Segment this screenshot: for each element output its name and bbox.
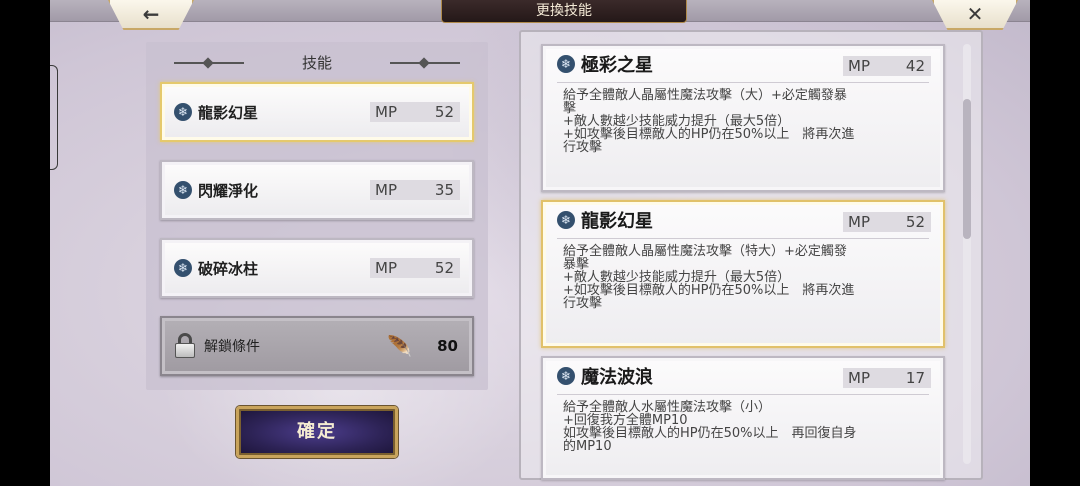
back-button[interactable]: ←: [108, 0, 194, 30]
mp-badge: MP 17: [843, 368, 931, 388]
screen-title: 更換技能: [441, 0, 687, 23]
skill-card-3[interactable]: ❄ 魔法波浪 MP 17 給予全體敵人水屬性魔法攻擊（小） +回復我方全體MP1…: [541, 356, 945, 480]
skill-card-header: ❄ 龍影幻星 MP 52: [543, 202, 943, 238]
lock-icon: [174, 333, 196, 359]
mp-value: 52: [434, 103, 454, 121]
skill-list-scrollbar[interactable]: [963, 44, 971, 464]
scroll-thumb[interactable]: [963, 99, 971, 239]
snowflake-icon: ❄: [557, 55, 575, 73]
back-arrow-icon: ←: [142, 2, 160, 26]
mp-value: 42: [905, 57, 925, 75]
snowflake-icon: ❄: [557, 367, 575, 385]
skill-card-header: ❄ 極彩之星 MP 42: [543, 46, 943, 82]
skill-card-header: ❄ 魔法波浪 MP 17: [543, 358, 943, 394]
skill-name: 龍影幻星: [581, 211, 653, 232]
mp-value: 52: [434, 259, 454, 277]
mp-label: MP: [375, 181, 397, 199]
snowflake-icon: ❄: [174, 103, 192, 121]
skill-card-1[interactable]: ❄ 極彩之星 MP 42 給予全體敵人晶屬性魔法攻擊（大）+必定觸發暴 擊 +敵…: [541, 44, 945, 192]
mp-badge: MP 52: [370, 258, 460, 278]
snowflake-icon: ❄: [174, 259, 192, 277]
mp-value: 35: [434, 181, 454, 199]
skill-slot-3[interactable]: ❄ 破碎冰柱 MP 52: [160, 238, 474, 298]
close-button[interactable]: ✕: [932, 0, 1018, 30]
skill-slot-name: 破碎冰柱: [198, 259, 259, 278]
mp-label: MP: [375, 259, 397, 277]
mp-badge: MP 52: [843, 212, 931, 232]
card-divider: [557, 394, 929, 395]
mp-badge: MP 35: [370, 180, 460, 200]
panel-header: 技能: [146, 52, 488, 74]
mp-label: MP: [848, 213, 870, 231]
ornament-right: [390, 62, 460, 64]
snowflake-icon: ❄: [174, 181, 192, 199]
snowflake-icon: ❄: [557, 211, 575, 229]
skill-card-2[interactable]: ❄ 龍影幻星 MP 52 給予全體敵人晶屬性魔法攻擊（特大）+必定觸發 暴擊 +…: [541, 200, 945, 348]
mp-label: MP: [848, 57, 870, 75]
skill-description: 給予全體敵人晶屬性魔法攻擊（大）+必定觸發暴 擊 +敵人數越少技能威力提升（最大…: [563, 88, 855, 155]
skill-slot-name: 閃耀淨化: [198, 181, 259, 200]
mp-badge: MP 42: [843, 56, 931, 76]
skill-name: 魔法波浪: [581, 367, 653, 388]
close-icon: ✕: [966, 2, 984, 26]
card-divider: [557, 238, 929, 239]
locked-skill-slot[interactable]: 解鎖條件 🪶 80: [160, 316, 474, 376]
feather-icon: 🪶: [387, 334, 412, 358]
game-screen: ← 更換技能 ✕ 技能 ❄ 龍影幻星 MP 52 ❄ 閃耀淨化 MP 35 ❄ …: [50, 0, 1030, 486]
edge-handle: [50, 65, 58, 170]
card-divider: [557, 82, 929, 83]
skill-description: 給予全體敵人水屬性魔法攻擊（小） +回復我方全體MP10 如攻擊後目標敵人的HP…: [563, 400, 857, 454]
skill-slot-1[interactable]: ❄ 龍影幻星 MP 52: [160, 82, 474, 142]
mp-label: MP: [375, 103, 397, 121]
panel-title: 技能: [301, 54, 332, 72]
skill-slot-name: 龍影幻星: [198, 103, 259, 122]
mp-value: 17: [905, 369, 925, 387]
skill-slot-2[interactable]: ❄ 閃耀淨化 MP 35: [160, 160, 474, 220]
equipped-skills-panel: 技能 ❄ 龍影幻星 MP 52 ❄ 閃耀淨化 MP 35 ❄ 破碎冰柱 MP 5…: [146, 42, 488, 390]
unlock-condition-label: 解鎖條件: [204, 339, 260, 355]
mp-value: 52: [905, 213, 925, 231]
unlock-count: 80: [437, 337, 458, 355]
mp-label: MP: [848, 369, 870, 387]
skill-name: 極彩之星: [581, 55, 653, 76]
skill-description: 給予全體敵人晶屬性魔法攻擊（特大）+必定觸發 暴擊 +敵人數越少技能威力提升（最…: [563, 244, 855, 311]
mp-badge: MP 52: [370, 102, 460, 122]
ornament-left: [174, 62, 244, 64]
confirm-button[interactable]: 確定: [236, 406, 398, 458]
